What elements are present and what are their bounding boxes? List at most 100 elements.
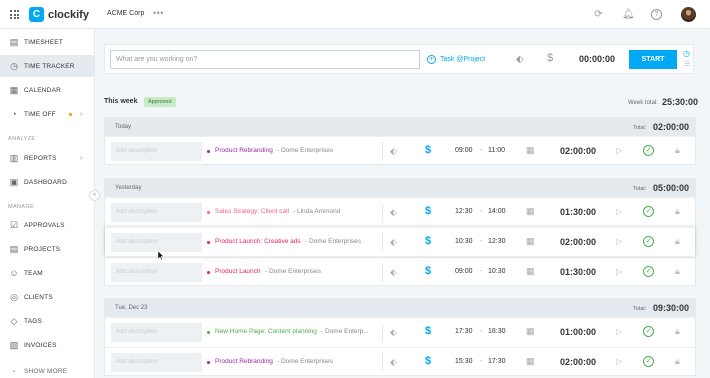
play-icon[interactable]: ▷ [616,267,622,276]
entry-description-input[interactable]: Add description [111,233,202,252]
entry-duration[interactable]: 01:00:00 [560,327,596,337]
tag-icon[interactable]: ⬖ [390,207,397,218]
start-time[interactable]: 09:00 [455,147,473,154]
sidebar-item-time-off[interactable]: ◔ TIME OFF › [0,103,95,125]
time-entry-row[interactable]: Add description Product Launch - Dome Ente… [105,257,695,286]
sidebar-item-calendar[interactable]: ▦ CALENDAR [0,79,95,101]
sidebar-item-time-tracker[interactable]: ◷ TIME TRACKER [0,55,95,77]
timer-mode-icon[interactable]: ◷ [683,49,690,58]
tag-icon[interactable]: ⬖ [390,237,397,248]
time-entry-row[interactable]: Add description New Home Page: Content pl… [105,317,695,346]
time-entry-row[interactable]: Add description Product Rebranding - Dome … [105,136,695,165]
entry-duration[interactable]: 02:00:00 [560,357,596,367]
entry-description-input[interactable]: Add description [111,353,202,372]
more-menu-icon[interactable]: ••• [153,8,164,18]
divider [382,142,383,161]
entry-duration[interactable]: 02:00:00 [560,237,596,247]
entry-duration[interactable]: 01:30:00 [560,267,596,277]
billable-icon[interactable]: $ [425,355,431,367]
tag-icon[interactable]: ⬖ [390,357,397,368]
time-entry-row[interactable]: Add description Product Rebranding - Dome … [105,347,695,376]
tag-icon[interactable]: ⬖ [390,146,397,157]
project-name[interactable]: Product Launch: Creative ads [215,238,301,245]
entry-description-input[interactable]: Add description [111,323,202,342]
tag-icon[interactable]: ⬖ [516,54,524,65]
end-time[interactable]: 17:30 [488,358,506,365]
tag-icon[interactable]: ⬖ [390,267,397,278]
play-icon[interactable]: ▷ [616,146,622,155]
bell-icon[interactable]: 🔔︎ [622,9,635,20]
sidebar-item-projects[interactable]: ▤ PROJECTS [0,238,95,260]
client-name[interactable]: - Linda Ammond [293,208,340,215]
billable-icon[interactable]: $ [425,235,431,247]
project-name[interactable]: Sales Strategy: Client call [215,208,289,215]
logo[interactable]: C clockify [29,7,89,22]
task-project-button[interactable]: + Task @Project [427,55,485,64]
sidebar-item-approvals[interactable]: ☑ APPROVALS [0,214,95,236]
project-name[interactable]: Product Launch [215,268,261,275]
entry-duration[interactable]: 02:00:00 [560,146,596,156]
billable-icon[interactable]: $ [547,52,553,64]
end-time[interactable]: 18:30 [488,328,506,335]
calendar-icon[interactable]: ▦ [526,356,535,367]
calendar-icon[interactable]: ▦ [526,326,535,337]
billable-icon[interactable]: $ [425,325,431,337]
apps-grid-icon[interactable] [10,10,19,19]
sidebar-item-invoices[interactable]: ▧ INVOICES [0,334,95,356]
workspace-name[interactable]: ACME Corp [107,10,144,17]
play-icon[interactable]: ▷ [616,237,622,246]
entry-description-input[interactable]: Add description [111,142,202,161]
end-time[interactable]: 10:30 [488,268,506,275]
sidebar-item-clients[interactable]: ◎ CLIENTS [0,286,95,308]
project-name[interactable]: Product Rebranding [215,358,273,365]
entry-duration[interactable]: 01:30:00 [560,207,596,217]
sidebar-item-team[interactable]: ☺ TEAM [0,262,95,284]
client-name[interactable]: - Dome Enterprises [305,238,361,245]
client-name[interactable]: - Dome Enterprises [277,358,333,365]
client-name[interactable]: - Dome Enterprises [277,147,333,154]
collapse-sidebar-button[interactable]: « [89,190,100,201]
avatar[interactable] [681,7,696,22]
time-entry-row[interactable]: Add description Product Launch: Creative … [105,227,695,256]
day-header: Today Total: 02:00:00 [105,118,695,136]
billable-icon[interactable]: $ [425,205,431,217]
sidebar-item-timesheet[interactable]: ▤ TIMESHEET [0,31,95,53]
manual-mode-icon[interactable]: ☰ [684,60,690,68]
start-time[interactable]: 10:30 [455,238,473,245]
client-name[interactable]: - Dome Enterp... [321,328,369,335]
billable-icon[interactable]: $ [425,144,431,156]
end-time[interactable]: 12:30 [488,238,506,245]
sidebar-item-dashboard[interactable]: ▣ DASHBOARD [0,171,95,193]
billable-icon[interactable]: $ [425,265,431,277]
play-icon[interactable]: ▷ [616,357,622,366]
start-button[interactable]: START [629,50,677,69]
extension-icon[interactable]: ⟳ [593,9,604,20]
entry-description-input[interactable]: Add description [111,263,202,282]
entry-description-input[interactable]: Add description [111,203,202,222]
tag-icon[interactable]: ⬖ [390,327,397,338]
project-name[interactable]: Product Rebranding [215,147,273,154]
sidebar-item-tags[interactable]: ◇ TAGS [0,310,95,332]
client-name[interactable]: - Dome Enterprises [265,268,321,275]
calendar-icon[interactable]: ▦ [526,266,535,277]
end-time[interactable]: 11:00 [488,147,505,154]
calendar-icon[interactable]: ▦ [526,236,535,247]
sidebar-item-label: INVOICES [24,341,57,349]
calendar-icon[interactable]: ▦ [526,206,535,217]
description-input[interactable]: What are you working on? [110,50,420,69]
start-time[interactable]: 12:30 [455,208,473,215]
play-icon[interactable]: ▷ [616,327,622,336]
start-time[interactable]: 09:00 [455,268,473,275]
calendar-icon[interactable]: ▦ [526,145,535,156]
plus-circle-icon: + [427,55,436,64]
start-time[interactable]: 15:30 [455,358,473,365]
project-name[interactable]: New Home Page: Content planning [215,328,317,335]
time-entry-row[interactable]: Add description Sales Strategy: Client ca… [105,197,695,226]
divider [382,323,383,342]
show-more-button[interactable]: ⌄ SHOW MORE [0,360,95,378]
help-icon[interactable]: ? [651,9,662,20]
sidebar-item-reports[interactable]: ▥ REPORTS › [0,147,95,169]
start-time[interactable]: 17:30 [455,328,473,335]
end-time[interactable]: 14:00 [488,208,506,215]
play-icon[interactable]: ▷ [616,207,622,216]
